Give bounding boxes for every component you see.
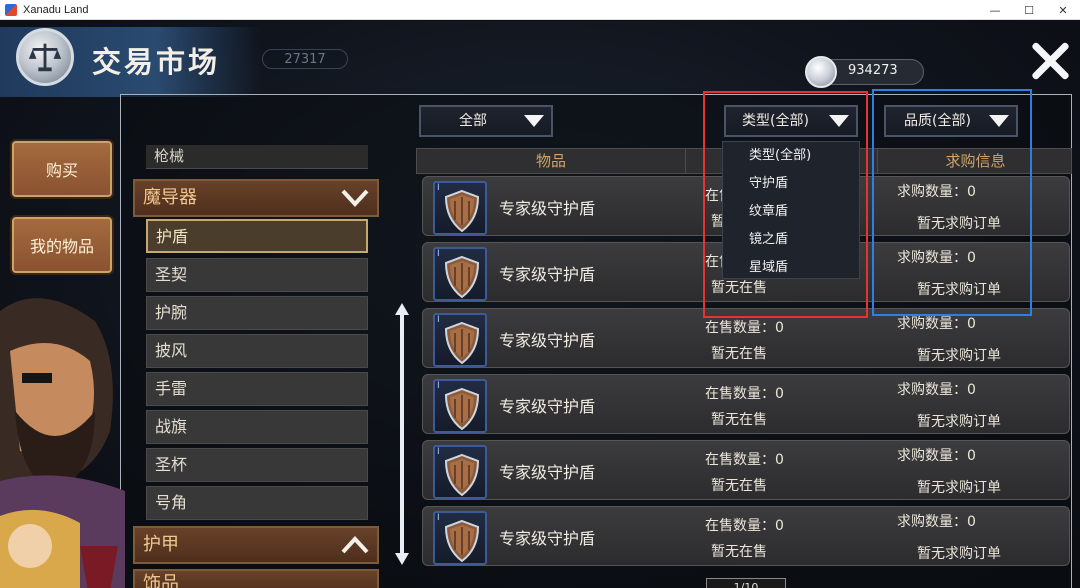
item-name: 专家级守护盾 [499, 331, 596, 350]
maximize-button[interactable]: ☐ [1012, 0, 1046, 20]
item-icon-frame: I [433, 313, 487, 367]
buy-quantity: 求购数量：0 [897, 514, 976, 530]
sell-quantity: 在售数量：0 [705, 452, 784, 468]
window-close-button[interactable]: ✕ [1046, 0, 1080, 20]
chevron-up-icon [341, 536, 369, 554]
sell-quantity: 在售数量：0 [705, 320, 784, 336]
market-scales-icon [16, 28, 74, 86]
close-market-button[interactable] [1028, 39, 1072, 83]
item-name: 专家级守护盾 [499, 529, 596, 548]
filter-all-dropdown[interactable]: 全部 [419, 105, 553, 137]
window-titlebar: Xanadu Land — ☐ ✕ [0, 0, 1080, 20]
buy-quantity: 求购数量：0 [897, 448, 976, 464]
annotation-box-red [703, 91, 868, 318]
category-group-accessory[interactable]: 饰品 [133, 569, 379, 588]
buy-status: 暂无求购订单 [917, 414, 1001, 430]
sell-quantity: 在售数量：0 [705, 386, 784, 402]
tier-badge: I [437, 513, 440, 523]
currency-value: 934273 [848, 63, 898, 78]
annotation-box-blue [872, 89, 1032, 316]
sell-status: 暂无在售 [711, 544, 767, 560]
buy-tab-button[interactable]: 购买 [12, 141, 112, 197]
category-group-armor[interactable]: 护甲 [133, 526, 379, 564]
dropdown-arrow-icon [524, 115, 544, 127]
merchant-portrait [0, 298, 125, 588]
category-item-shield[interactable]: 护盾 [146, 219, 368, 253]
item-icon-frame: I [433, 445, 487, 499]
tier-badge: I [437, 381, 440, 391]
item-name: 专家级守护盾 [499, 397, 596, 416]
category-item-covenant[interactable]: 圣契 [146, 258, 368, 292]
buy-status: 暂无求购订单 [917, 480, 1001, 496]
silver-coin-icon [805, 56, 837, 88]
item-icon-frame: I [433, 247, 487, 301]
page-title: 交易市场 [92, 45, 221, 79]
table-row[interactable]: I 专家级守护盾 在售数量：0 暂无在售 求购数量：0 暂无求购订单 [422, 440, 1070, 500]
shield-icon [444, 189, 480, 233]
category-item-cloak[interactable]: 披风 [146, 334, 368, 368]
category-item-banner[interactable]: 战旗 [146, 410, 368, 444]
tier-badge: I [437, 183, 440, 193]
sell-status: 暂无在售 [711, 412, 767, 428]
category-group-magic[interactable]: 魔导器 [133, 179, 379, 217]
category-firearms[interactable]: 枪械 [146, 145, 368, 169]
buy-quantity: 求购数量：0 [897, 382, 976, 398]
tier-badge: I [437, 447, 440, 457]
chevron-down-icon [341, 189, 369, 207]
item-name: 专家级守护盾 [499, 463, 596, 482]
category-group-label: 魔导器 [143, 187, 197, 208]
shield-icon [444, 519, 480, 563]
app-icon [5, 3, 17, 16]
buy-status: 暂无求购订单 [917, 546, 1001, 562]
item-name: 专家级守护盾 [499, 265, 596, 284]
category-item-grenade[interactable]: 手雷 [146, 372, 368, 406]
sell-quantity: 在售数量：0 [705, 518, 784, 534]
my-items-tab-button[interactable]: 我的物品 [12, 217, 112, 273]
buy-status: 暂无求购订单 [917, 348, 1001, 364]
category-group-label: 护甲 [143, 534, 179, 555]
buy-quantity: 求购数量：0 [897, 316, 976, 332]
shield-icon [444, 255, 480, 299]
category-scrollbar[interactable] [394, 303, 410, 565]
item-name: 专家级守护盾 [499, 199, 596, 218]
sell-status: 暂无在售 [711, 346, 767, 362]
window-controls: — ☐ ✕ [978, 0, 1080, 20]
shield-icon [444, 453, 480, 497]
table-row[interactable]: I 专家级守护盾 在售数量：0 暂无在售 求购数量：0 暂无求购订单 [422, 506, 1070, 566]
tier-badge: I [437, 315, 440, 325]
game-canvas: 交易市场 27317 934273 购买 我的物品 枪械 魔导器 护盾 圣契 护… [0, 21, 1080, 588]
item-icon-frame: I [433, 181, 487, 235]
shield-icon [444, 321, 480, 365]
window-title: Xanadu Land [23, 3, 89, 16]
category-item-horn[interactable]: 号角 [146, 486, 368, 520]
sell-status: 暂无在售 [711, 478, 767, 494]
filter-all-label: 全部 [459, 113, 487, 129]
table-row[interactable]: I 专家级守护盾 在售数量：0 暂无在售 求购数量：0 暂无求购订单 [422, 374, 1070, 434]
minimize-button[interactable]: — [978, 0, 1012, 20]
tier-badge: I [437, 249, 440, 259]
category-group-label: 饰品 [143, 573, 179, 588]
column-header-item: 物品 [535, 152, 566, 170]
category-item-grail[interactable]: 圣杯 [146, 448, 368, 482]
shield-icon [444, 387, 480, 431]
category-item-bracer[interactable]: 护腕 [146, 296, 368, 330]
item-icon-frame: I [433, 511, 487, 565]
item-icon-frame: I [433, 379, 487, 433]
background-counter: 27317 [262, 49, 348, 69]
page-indicator[interactable]: 1/10 [706, 578, 786, 588]
